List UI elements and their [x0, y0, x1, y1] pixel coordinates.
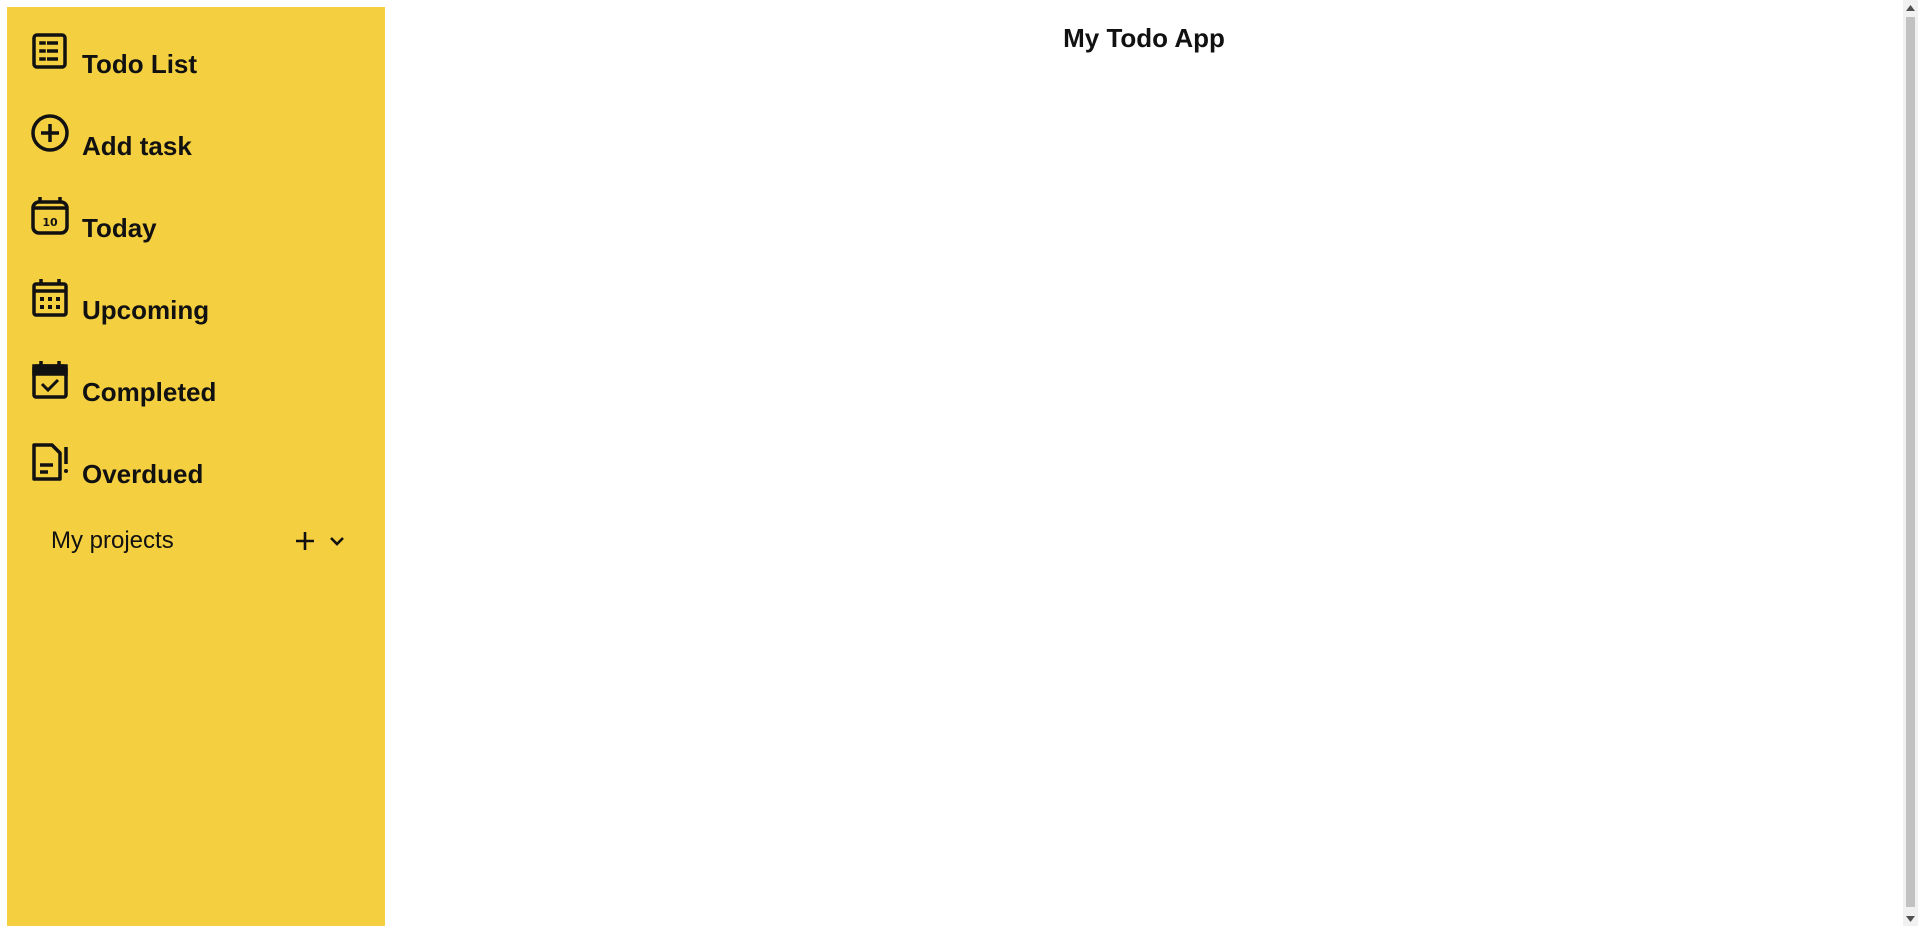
triangle-down-icon	[1906, 915, 1915, 922]
calendar-grid-icon	[30, 277, 70, 321]
vertical-scrollbar[interactable]	[1903, 0, 1918, 926]
list-icon	[30, 31, 70, 75]
calendar-today-icon: 10	[30, 195, 70, 239]
plus-icon	[292, 528, 318, 554]
add-project-button[interactable]	[291, 527, 319, 555]
document-alert-icon	[30, 441, 70, 485]
sidebar: Todo List Add task 10 Today Upcoming Com…	[7, 7, 385, 926]
chevron-down-icon	[324, 528, 350, 554]
sidebar-item-add-task[interactable]: Add task	[30, 113, 192, 163]
sidebar-item-label: Upcoming	[82, 295, 210, 325]
sidebar-item-label: Overdued	[82, 459, 204, 489]
triangle-up-icon	[1906, 4, 1915, 11]
add-circle-icon	[30, 113, 70, 157]
sidebar-item-overdued[interactable]: Overdued	[30, 441, 203, 491]
scroll-up-button[interactable]	[1903, 0, 1918, 15]
page-title: My Todo App	[1063, 23, 1225, 53]
scroll-down-button[interactable]	[1903, 911, 1918, 926]
sidebar-item-completed[interactable]: Completed	[30, 359, 216, 409]
main-content: My Todo App	[385, 0, 1903, 926]
calendar-check-icon	[30, 359, 70, 403]
sidebar-item-label: Add task	[82, 131, 192, 161]
app-window: Todo List Add task 10 Today Upcoming Com…	[0, 0, 1918, 926]
sidebar-item-label: Today	[82, 213, 157, 243]
svg-text:10: 10	[42, 216, 58, 229]
my-projects-label: My projects	[51, 527, 174, 554]
scroll-thumb[interactable]	[1906, 17, 1915, 907]
my-projects-section: My projects	[51, 521, 351, 561]
sidebar-item-label: Todo List	[82, 49, 198, 79]
sidebar-item-todo-list[interactable]: Todo List	[30, 31, 197, 81]
sidebar-item-upcoming[interactable]: Upcoming	[30, 277, 209, 327]
sidebar-item-label: Completed	[82, 377, 217, 407]
toggle-projects-button[interactable]	[323, 527, 351, 555]
sidebar-item-today[interactable]: 10 Today	[30, 195, 157, 245]
